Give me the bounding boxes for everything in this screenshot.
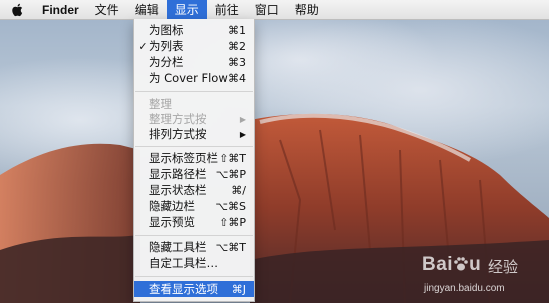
menu-item-label: 查看显示选项 (149, 282, 218, 296)
shortcut-label: ⌘1 (228, 23, 246, 37)
menu-go[interactable]: 前往 (207, 0, 247, 19)
checkmark-icon: ✓ (138, 39, 148, 53)
menu-item-show-preview[interactable]: 显示预览 ⇧⌘P (134, 214, 254, 230)
shortcut-label: ⌘4 (228, 71, 246, 85)
menu-item-label: 显示路径栏 (149, 167, 207, 181)
submenu-arrow-icon: ▶ (239, 114, 246, 124)
menu-item-show-tab-bar[interactable]: 显示标签页栏 ⇧⌘T (134, 150, 254, 166)
menu-item-as-list[interactable]: ✓ 为列表 ⌘2 (134, 38, 254, 54)
menu-item-as-cover-flow[interactable]: 为 Cover Flow ⌘4 (134, 70, 254, 86)
menu-item-label: 为分栏 (149, 55, 184, 69)
menu-item-arrange-by[interactable]: 排列方式按 ▶ (134, 126, 254, 142)
menu-item-label: 为列表 (149, 39, 184, 53)
watermark-url: jingyan.baidu.com (424, 283, 505, 294)
menu-item-label: 整理方式按 (149, 112, 207, 126)
menu-item-hide-toolbar[interactable]: 隐藏工具栏 ⌥⌘T (134, 239, 254, 255)
watermark-jingyan: 经验 (488, 258, 519, 276)
apple-menu[interactable] (0, 0, 34, 19)
baidu-paw-icon (454, 257, 468, 271)
shortcut-label: ⌘3 (228, 55, 246, 69)
menu-bar: Finder 文件 编辑 显示 前往 窗口 帮助 (0, 0, 549, 20)
menu-item-label: 显示预览 (149, 215, 195, 229)
menu-separator (135, 146, 253, 147)
menu-item-label: 显示标签页栏 (149, 151, 218, 165)
menu-item-label: 自定工具栏… (149, 256, 218, 270)
shortcut-label: ⌥⌘S (215, 199, 246, 213)
menu-file[interactable]: 文件 (87, 0, 127, 19)
shortcut-label: ⇧⌘T (219, 151, 246, 165)
shortcut-label: ⌘J (231, 282, 246, 296)
menu-item-hide-sidebar[interactable]: 隐藏边栏 ⌥⌘S (134, 198, 254, 214)
menu-window[interactable]: 窗口 (247, 0, 287, 19)
menu-item-customize-toolbar[interactable]: 自定工具栏… (134, 255, 254, 271)
menu-item-show-view-options[interactable]: 查看显示选项 ⌘J (134, 281, 254, 297)
shortcut-label: ⌘2 (228, 39, 246, 53)
view-menu-dropdown: 为图标 ⌘1 ✓ 为列表 ⌘2 为分栏 ⌘3 为 Cover Flow ⌘4 整… (133, 19, 255, 302)
shortcut-label: ⇧⌘P (219, 215, 246, 229)
menu-item-label: 隐藏边栏 (149, 199, 195, 213)
menu-view[interactable]: 显示 (166, 0, 207, 19)
app-menu-finder[interactable]: Finder (34, 0, 87, 19)
menu-item-label: 整理 (149, 97, 172, 111)
menu-item-as-columns[interactable]: 为分栏 ⌘3 (134, 54, 254, 70)
menu-separator (135, 276, 253, 277)
menu-item-show-status-bar[interactable]: 显示状态栏 ⌘/ (134, 182, 254, 198)
menu-item-label: 隐藏工具栏 (149, 240, 207, 254)
menu-separator (135, 91, 253, 92)
menu-edit[interactable]: 编辑 (127, 0, 167, 19)
menu-item-label: 排列方式按 (149, 127, 207, 141)
watermark-brand: Bai u (422, 254, 482, 275)
menu-item-as-icons[interactable]: 为图标 ⌘1 (134, 22, 254, 38)
shortcut-label: ⌥⌘P (215, 167, 246, 181)
menu-item-label: 为图标 (149, 23, 184, 37)
menu-item-show-path-bar[interactable]: 显示路径栏 ⌥⌘P (134, 166, 254, 182)
menu-item-label: 为 Cover Flow (149, 71, 228, 85)
menu-help[interactable]: 帮助 (287, 0, 327, 19)
watermark-brand-text: Bai (422, 254, 454, 275)
shortcut-label: ⌥⌘T (215, 240, 246, 254)
shortcut-label: ⌘/ (231, 183, 246, 197)
menu-item-label: 显示状态栏 (149, 183, 207, 197)
baidu-jingyan-watermark: Bai u 经验 jingyan.baidu.com (422, 254, 542, 299)
menu-item-clean-up: 整理 (134, 96, 254, 112)
menu-item-clean-up-by: 整理方式按 ▶ (134, 111, 254, 127)
submenu-arrow-icon: ▶ (239, 129, 246, 139)
menu-separator (135, 235, 253, 236)
apple-logo-icon (12, 3, 23, 16)
